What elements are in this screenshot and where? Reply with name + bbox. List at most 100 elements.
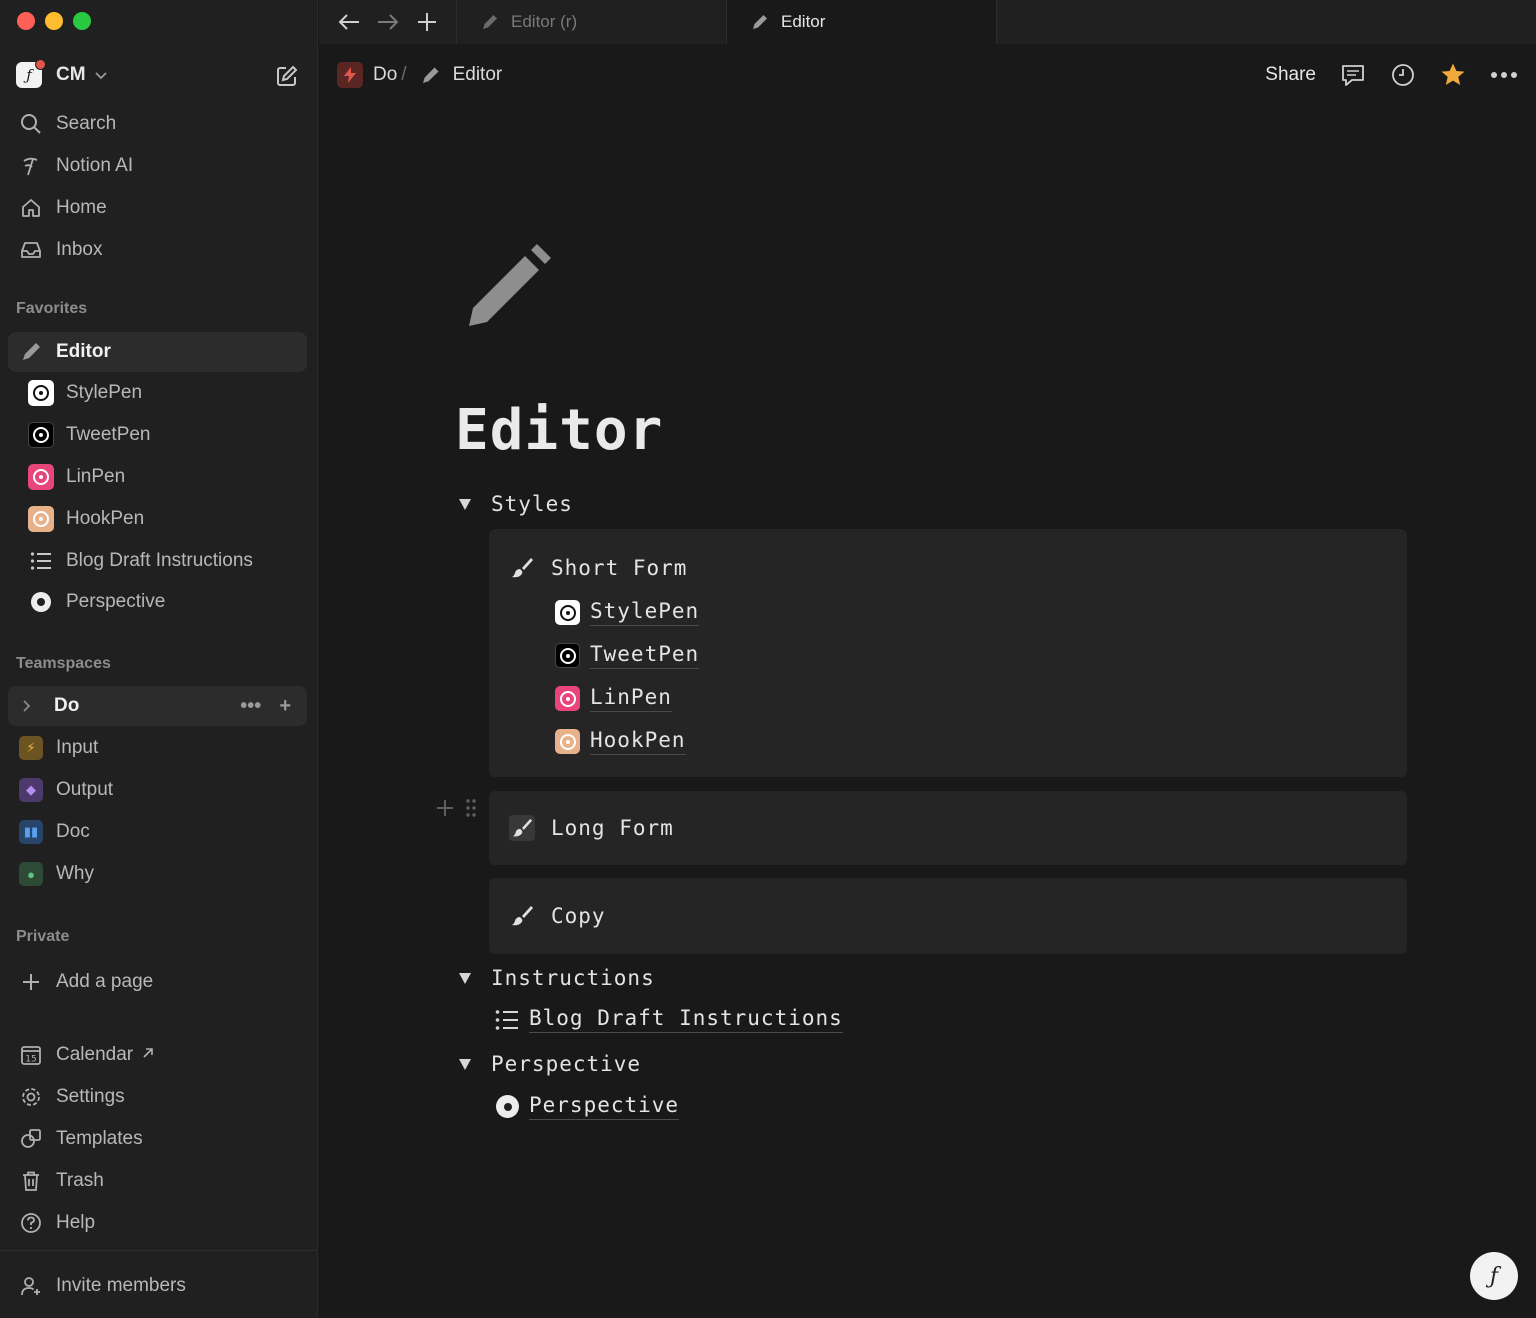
perspective-toggle[interactable]: Perspective	[459, 1047, 641, 1081]
breadcrumb-parent[interactable]: Do	[373, 64, 397, 86]
sidebar-item-hookpen[interactable]: HookPen	[8, 499, 307, 539]
sidebar-item-linpen[interactable]: LinPen	[8, 457, 307, 497]
add-block-icon[interactable]	[435, 798, 455, 818]
sidebar-item-blog-draft-instructions[interactable]: Blog Draft Instructions	[8, 541, 307, 581]
sidebar-item-doc[interactable]: ▮▮ Doc	[8, 812, 307, 852]
favorites-heading[interactable]: Favorites	[16, 300, 87, 318]
add-page-icon[interactable]: +	[279, 695, 291, 718]
sidebar-item-stylepen[interactable]: StylePen	[8, 373, 307, 413]
sidebar-item-label: Notion AI	[56, 155, 134, 176]
sidebar-item-trash[interactable]: Trash	[8, 1161, 307, 1201]
add-page-button[interactable]: Add a page	[8, 962, 307, 1002]
callout-title[interactable]: Copy	[551, 904, 606, 928]
link-tweetpen[interactable]: TweetPen	[555, 642, 700, 669]
perspective-icon	[496, 1095, 519, 1118]
chevron-down-icon	[94, 72, 107, 80]
sidebar-item-label: Editor	[56, 341, 111, 362]
pencil-icon	[18, 339, 44, 365]
sidebar-item-notion-ai[interactable]: Notion AI	[8, 146, 307, 186]
breadcrumb-current[interactable]: Editor	[453, 64, 503, 86]
link-linpen[interactable]: LinPen	[555, 685, 672, 712]
toggle-label: Perspective	[491, 1052, 642, 1076]
pencil-icon	[422, 67, 439, 83]
maximize-window-button[interactable]	[73, 12, 91, 30]
sidebar-item-help[interactable]: Help	[8, 1203, 307, 1243]
home-icon	[18, 195, 44, 221]
page-title[interactable]: Editor	[455, 398, 663, 463]
toggle-triangle-icon[interactable]	[459, 498, 471, 510]
sidebar-item-label: Doc	[56, 821, 90, 842]
clock-icon[interactable]	[1390, 62, 1416, 88]
share-button[interactable]: Share	[1265, 64, 1316, 86]
minimize-window-button[interactable]	[45, 12, 63, 30]
private-heading[interactable]: Private	[16, 928, 69, 946]
sidebar-item-editor[interactable]: Editor	[8, 332, 307, 372]
copy-callout: Copy	[489, 878, 1407, 954]
workspace-switcher[interactable]: ƒ CM	[16, 58, 301, 92]
page-pencil-icon[interactable]	[459, 240, 555, 336]
window-controls	[17, 12, 91, 30]
invite-members-button[interactable]: Invite members	[8, 1266, 307, 1306]
new-page-icon[interactable]	[275, 64, 299, 88]
comment-icon[interactable]	[1340, 62, 1366, 88]
star-icon[interactable]	[1440, 62, 1466, 88]
sidebar-item-inbox[interactable]: Inbox	[8, 230, 307, 270]
sidebar-item-output[interactable]: ◆ Output	[8, 770, 307, 810]
plus-icon	[18, 969, 44, 995]
close-window-button[interactable]	[17, 12, 35, 30]
sidebar-item-calendar[interactable]: 15 Calendar	[8, 1035, 307, 1075]
hookpen-icon	[555, 729, 580, 754]
link-text: LinPen	[590, 685, 672, 712]
tab-editor[interactable]: Editor	[727, 0, 997, 44]
link-text: Blog Draft Instructions	[529, 1006, 843, 1033]
sidebar-item-search[interactable]: Search	[8, 104, 307, 144]
sidebar-item-perspective[interactable]: Perspective	[8, 582, 307, 622]
sidebar-item-why[interactable]: ● Why	[8, 854, 307, 894]
link-perspective[interactable]: Perspective	[496, 1093, 680, 1120]
drag-handle-icon[interactable]	[465, 798, 477, 818]
sidebar-item-settings[interactable]: Settings	[8, 1077, 307, 1117]
link-stylepen[interactable]: StylePen	[555, 599, 700, 626]
callout-title[interactable]: Long Form	[551, 816, 674, 840]
toggle-triangle-icon[interactable]	[459, 1058, 471, 1070]
sidebar-item-tweetpen[interactable]: TweetPen	[8, 415, 307, 455]
forward-arrow-icon[interactable]	[377, 13, 399, 31]
stylepen-icon	[28, 380, 54, 406]
teamspaces-heading[interactable]: Teamspaces	[16, 655, 111, 673]
calendar-icon: 15	[18, 1042, 44, 1068]
sidebar-item-home[interactable]: Home	[8, 188, 307, 228]
pencil-icon	[753, 15, 767, 29]
more-options-icon[interactable]	[1490, 71, 1518, 79]
chevron-right-icon[interactable]	[18, 693, 36, 719]
add-page-label: Add a page	[56, 971, 154, 992]
styles-toggle[interactable]: Styles	[459, 487, 573, 521]
add-person-icon	[18, 1273, 44, 1299]
back-arrow-icon[interactable]	[338, 13, 360, 31]
workspace-name: CM	[56, 64, 86, 85]
new-tab-icon[interactable]	[417, 12, 437, 32]
calendar-day: 15	[25, 1055, 36, 1065]
more-options-icon[interactable]: •••	[240, 695, 261, 718]
sidebar-item-input[interactable]: ⚡ Input	[8, 728, 307, 768]
sidebar-item-label: Search	[56, 113, 117, 134]
paintbrush-icon[interactable]	[509, 815, 535, 841]
invite-label: Invite members	[56, 1275, 186, 1296]
sidebar-item-label: Do	[54, 695, 80, 716]
inbox-icon	[18, 237, 44, 263]
toggle-triangle-icon[interactable]	[459, 972, 471, 984]
link-hookpen[interactable]: HookPen	[555, 728, 686, 755]
sidebar-item-label: HookPen	[66, 508, 145, 529]
sidebar-item-label: Why	[56, 863, 94, 884]
sidebar-item-label: Perspective	[66, 591, 166, 612]
callout-title[interactable]: Short Form	[551, 556, 687, 580]
notion-ai-button[interactable]: ƒ	[1470, 1252, 1518, 1300]
sidebar-item-label: Home	[56, 197, 107, 218]
link-blog-draft-instructions[interactable]: Blog Draft Instructions	[495, 1006, 843, 1033]
tab-editor-r[interactable]: Editor (r)	[457, 0, 727, 44]
list-icon	[28, 548, 54, 574]
perspective-icon	[31, 592, 51, 612]
instructions-toggle[interactable]: Instructions	[459, 961, 655, 995]
sidebar-item-do[interactable]: Do ••• +	[8, 686, 307, 726]
sidebar-item-templates[interactable]: Templates	[8, 1119, 307, 1159]
sidebar-divider	[0, 1250, 317, 1251]
